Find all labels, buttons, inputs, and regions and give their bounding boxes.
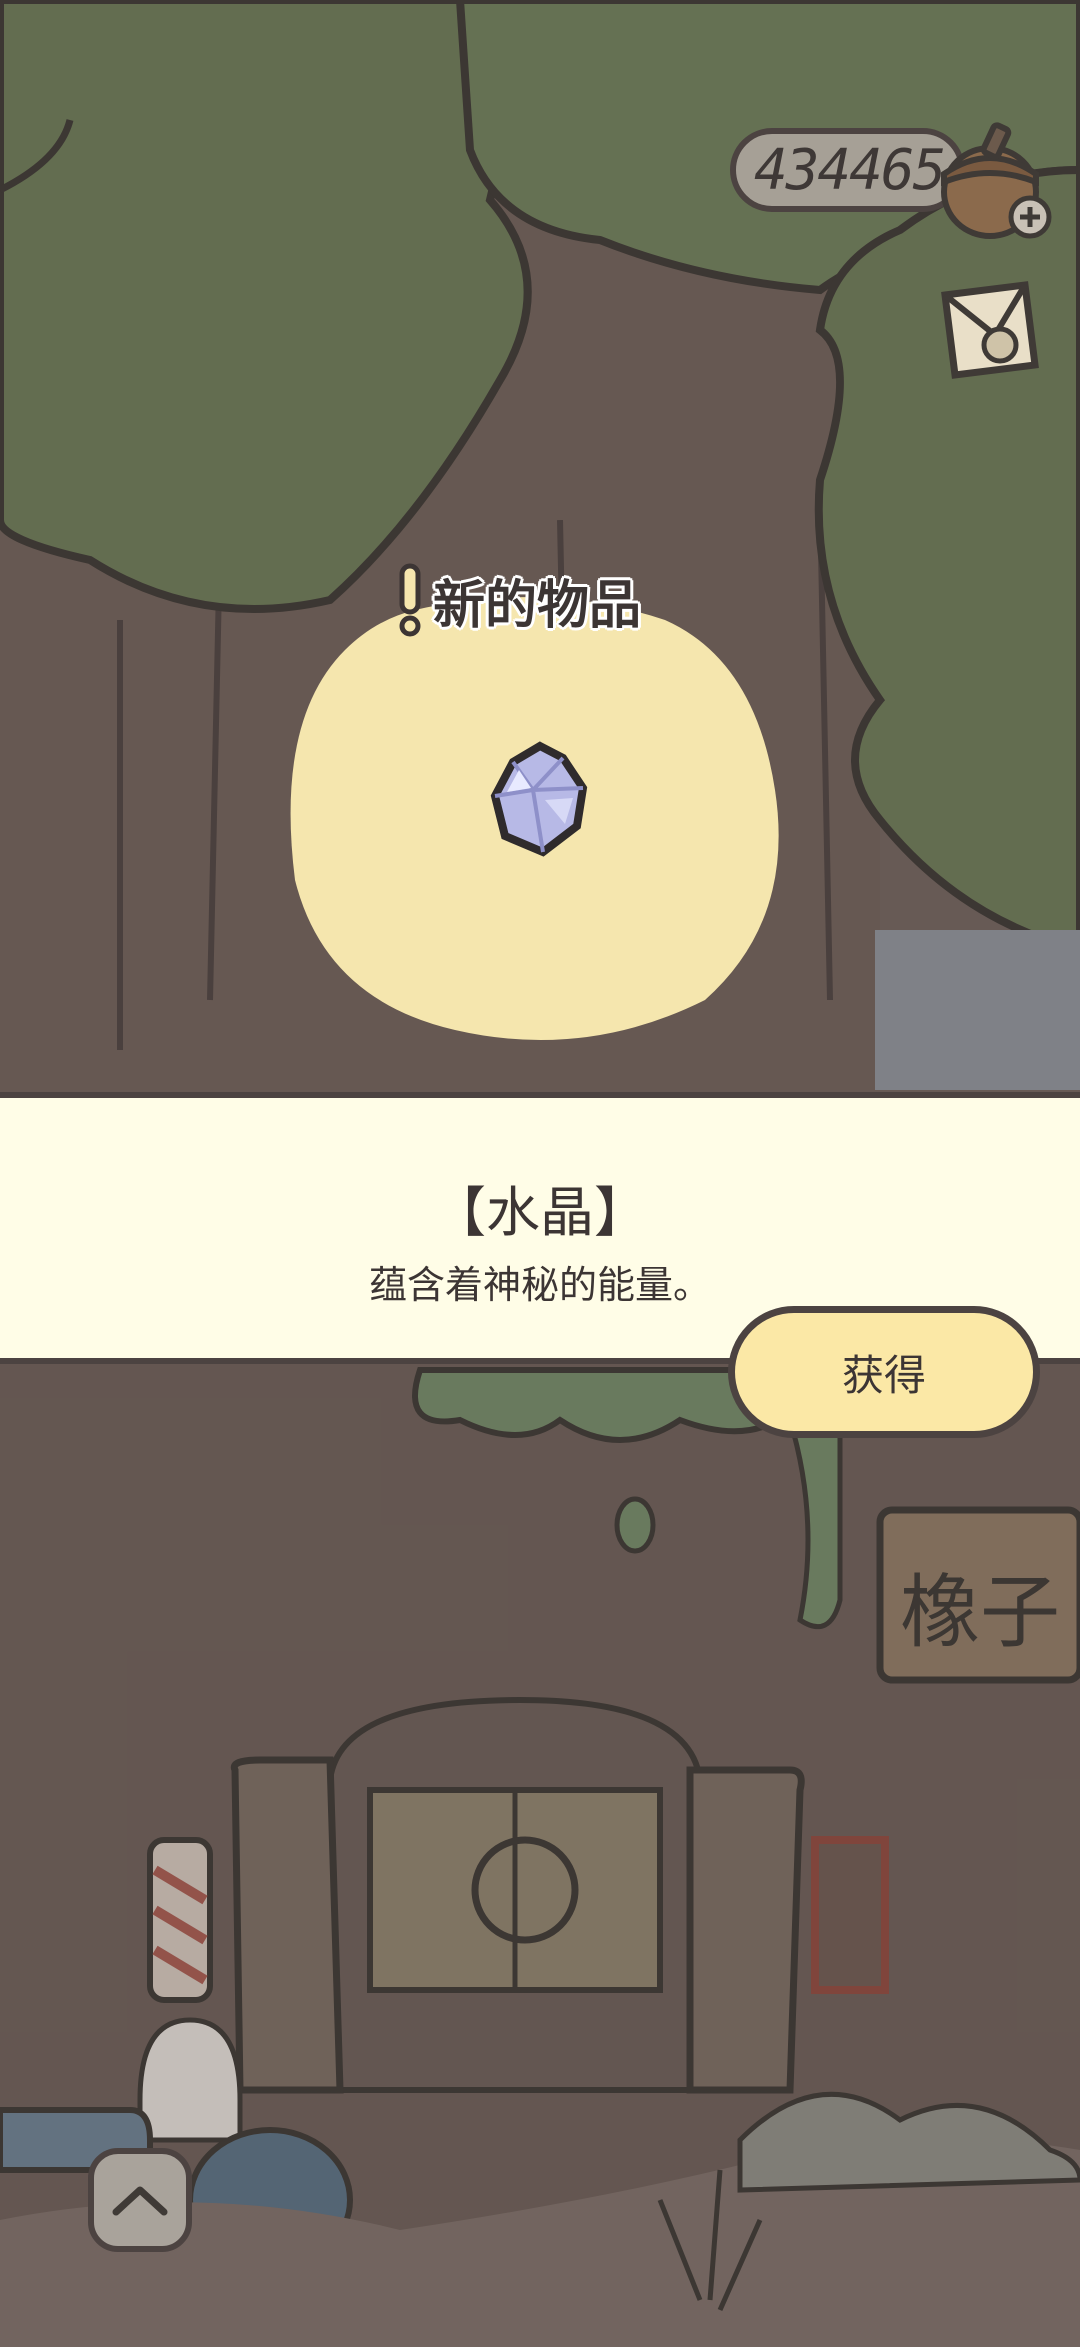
- plus-icon[interactable]: [1008, 195, 1052, 239]
- crystal-icon: [490, 741, 588, 857]
- obtain-button[interactable]: 获得: [728, 1306, 1040, 1438]
- item-description: 蕴含着神秘的能量。: [368, 1263, 711, 1307]
- obtain-button-label: 获得: [841, 1350, 926, 1400]
- new-item-header: 新的物品: [395, 560, 641, 640]
- chevron-up-icon: [112, 2186, 168, 2216]
- letter-icon[interactable]: [925, 265, 1055, 395]
- new-item-title: 新的物品: [433, 575, 642, 636]
- collapse-button[interactable]: [88, 2148, 192, 2252]
- exclaim-icon: [399, 563, 421, 637]
- item-name: 【水晶】: [432, 1181, 648, 1244]
- acorn-count: 434465: [754, 137, 946, 203]
